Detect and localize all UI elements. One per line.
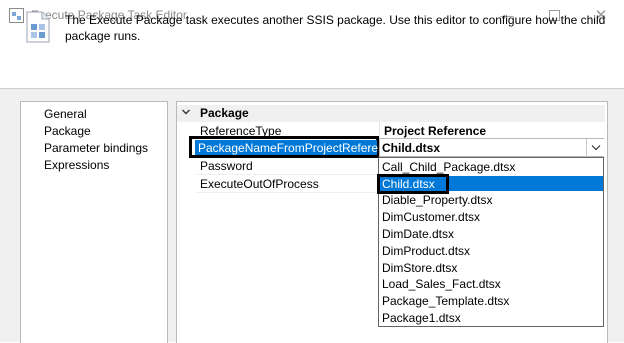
dropdown-option[interactable]: DimDate.dtsx xyxy=(382,227,454,241)
collapse-chevron-icon[interactable] xyxy=(181,106,191,118)
dropdown-option[interactable]: Load_Sales_Fact.dtsx xyxy=(382,277,501,291)
selected-option-highlight-box xyxy=(377,174,449,194)
package-name-combo-value[interactable]: Child.dtsx xyxy=(382,141,440,155)
task-description: The Execute Package task executes anothe… xyxy=(65,13,606,43)
category-label: Package xyxy=(200,106,249,120)
property-name-password[interactable]: Password xyxy=(200,159,253,173)
dropdown-option[interactable]: Diable_Property.dtsx xyxy=(382,193,493,207)
dropdown-option[interactable]: Package_Template.dtsx xyxy=(382,294,509,308)
page-navigation: General Package Parameter bindings Expre… xyxy=(20,101,168,343)
execute-package-task-icon xyxy=(26,11,50,43)
dropdown-option[interactable]: DimCustomer.dtsx xyxy=(382,210,480,224)
nav-item-parameter-bindings[interactable]: Parameter bindings xyxy=(44,141,148,155)
property-name-package-name-from-project-reference[interactable]: PackageNameFromProjectReference xyxy=(198,141,397,155)
chevron-down-icon xyxy=(591,145,600,151)
dropdown-option[interactable]: DimProduct.dtsx xyxy=(382,244,470,258)
ssis-app-icon xyxy=(9,8,24,23)
dropdown-option[interactable]: DimStore.dtsx xyxy=(382,261,457,275)
dropdown-option[interactable]: Call_Child_Package.dtsx xyxy=(382,160,515,174)
dropdown-option[interactable]: Package1.dtsx xyxy=(382,311,461,325)
property-name-execute-out-of-process[interactable]: ExecuteOutOfProcess xyxy=(200,177,319,191)
nav-item-package[interactable]: Package xyxy=(44,124,91,138)
nav-item-expressions[interactable]: Expressions xyxy=(44,158,109,172)
property-value-reference-type[interactable]: Project Reference xyxy=(384,124,486,138)
combo-dropdown-button[interactable] xyxy=(586,139,604,156)
nav-item-general[interactable]: General xyxy=(44,107,87,121)
